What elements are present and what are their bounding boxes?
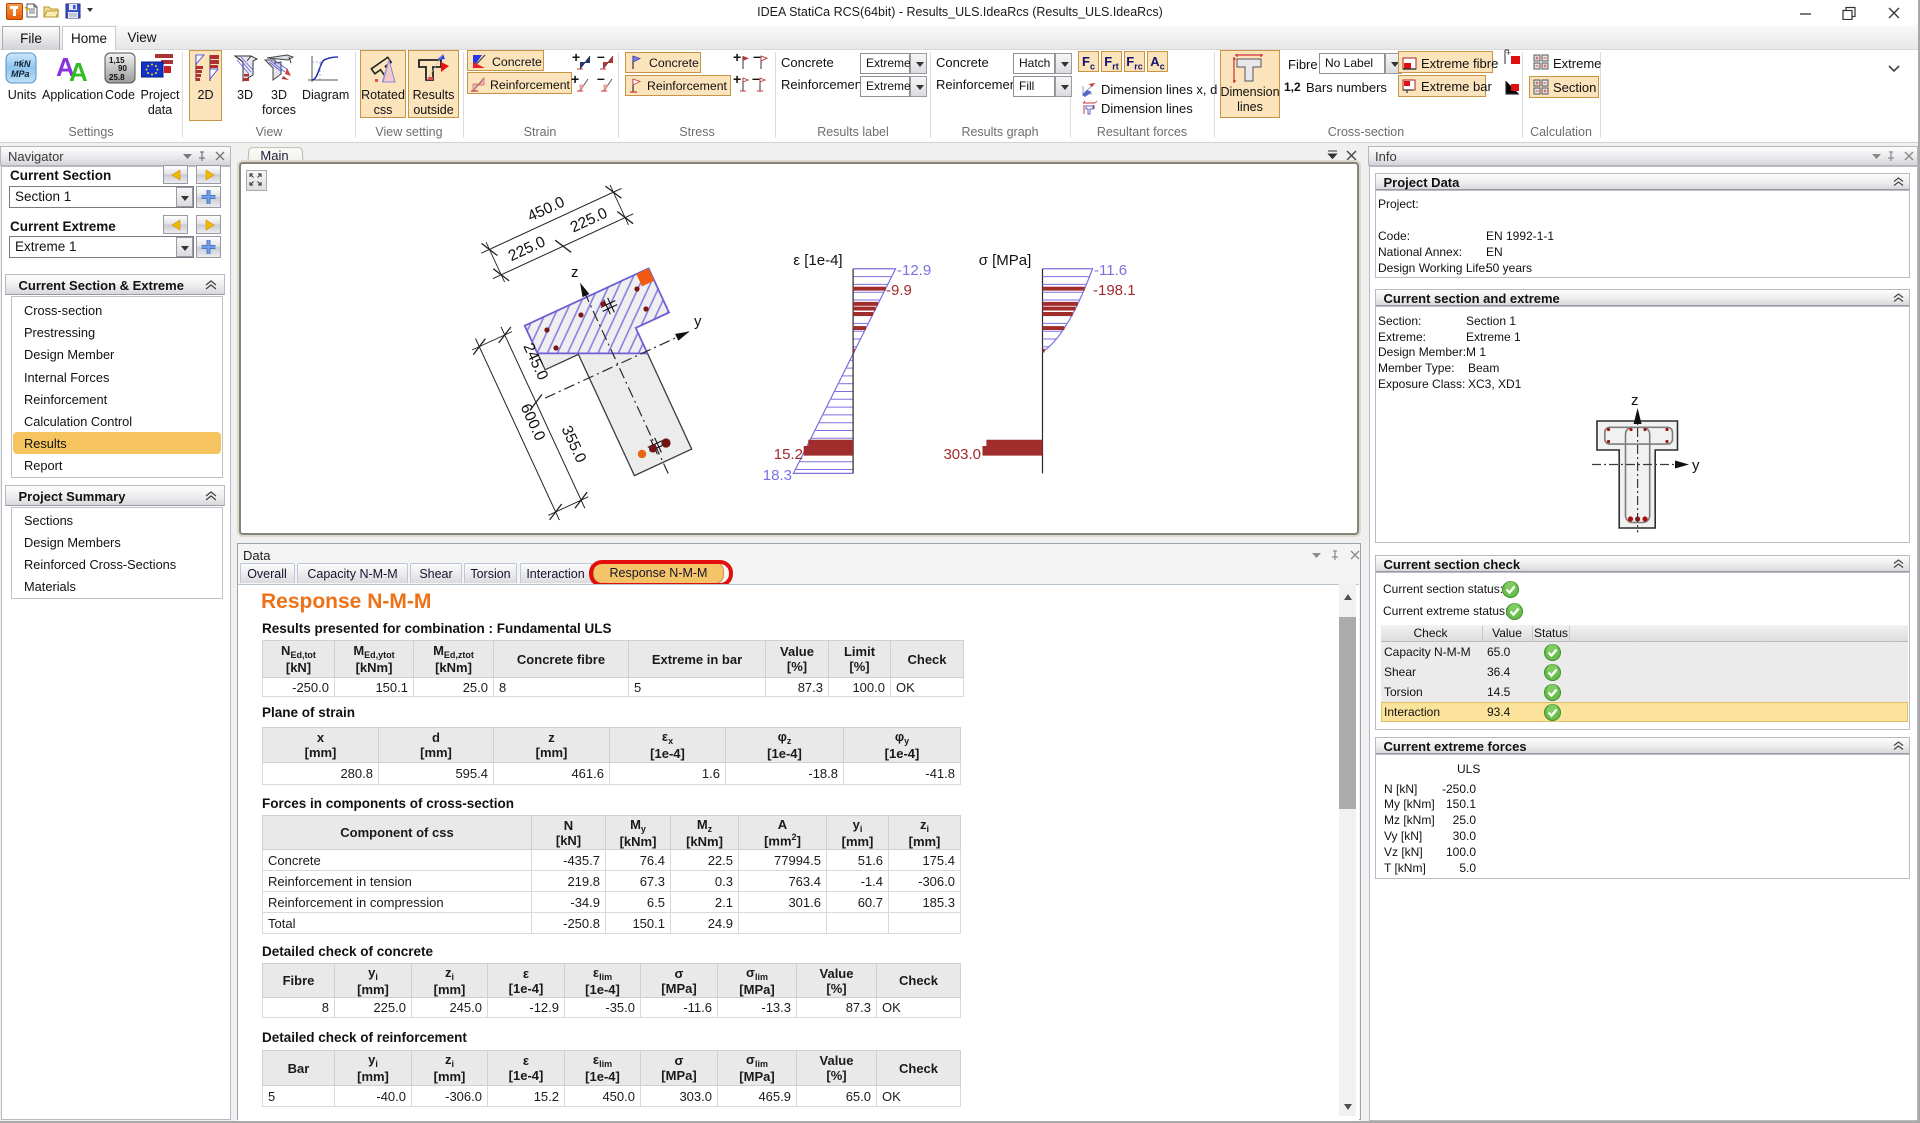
- svg-text:–: –: [752, 74, 760, 86]
- svg-text:-9.9: -9.9: [886, 282, 912, 299]
- svg-text:kN: kN: [19, 59, 31, 69]
- svg-text:z: z: [571, 264, 579, 281]
- svg-text:MPa: MPa: [11, 69, 30, 79]
- svg-text:ε [1e-4]: ε [1e-4]: [793, 252, 842, 269]
- svg-text:σ [MPa]: σ [MPa]: [979, 252, 1032, 269]
- svg-text:-12.9: -12.9: [897, 262, 931, 279]
- svg-text:+: +: [733, 74, 741, 87]
- svg-text:90: 90: [118, 64, 127, 73]
- svg-text:18.3: 18.3: [763, 467, 792, 484]
- svg-text:–: –: [753, 52, 761, 64]
- svg-text:-11.6: -11.6: [1094, 262, 1127, 279]
- svg-text:z: z: [1631, 392, 1639, 409]
- svg-text:225.0: 225.0: [506, 233, 549, 265]
- svg-text:y: y: [1692, 457, 1700, 474]
- svg-text:15.2: 15.2: [774, 446, 803, 463]
- svg-text:-198.1: -198.1: [1093, 282, 1136, 299]
- svg-text:A: A: [69, 57, 88, 84]
- svg-text:25.8: 25.8: [109, 73, 125, 82]
- svg-text:450.0: 450.0: [525, 193, 568, 225]
- svg-text:225.0: 225.0: [568, 205, 611, 237]
- svg-text:+: +: [733, 52, 741, 65]
- svg-text:303.0: 303.0: [943, 446, 981, 463]
- svg-text:+: +: [571, 74, 579, 87]
- svg-text:+: +: [1506, 48, 1511, 58]
- svg-text:–: –: [597, 74, 605, 86]
- svg-text:+: +: [572, 52, 580, 65]
- svg-text:y: y: [694, 313, 702, 330]
